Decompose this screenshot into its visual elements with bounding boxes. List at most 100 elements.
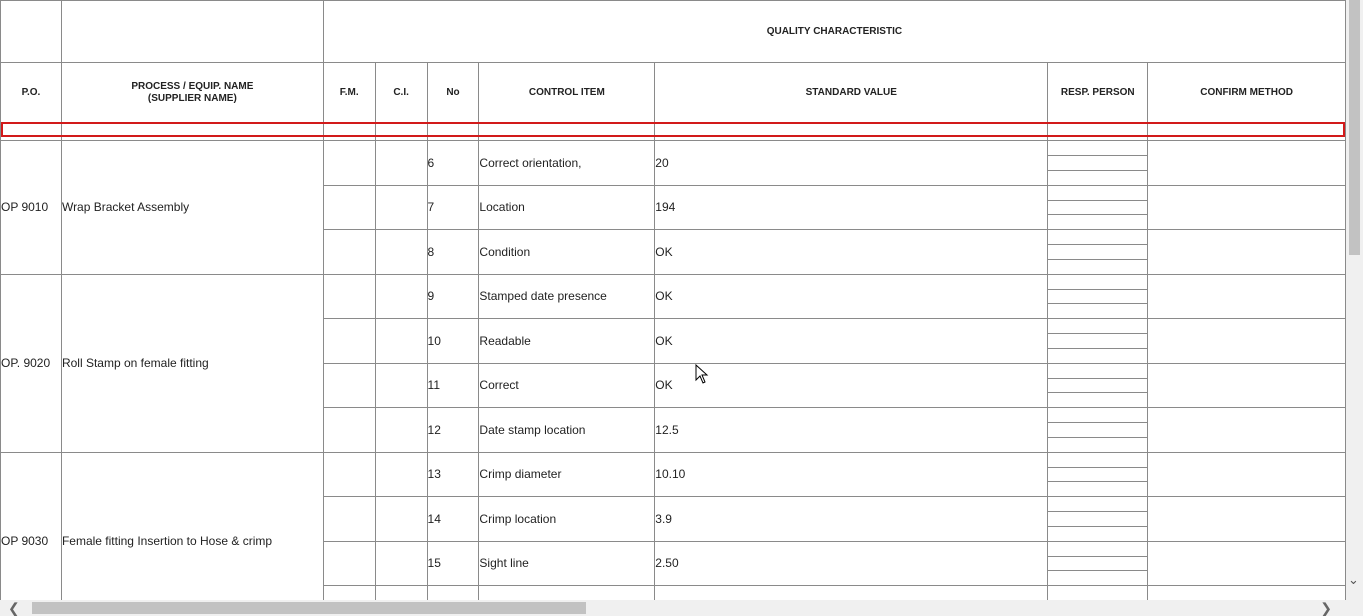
no-cell[interactable]: 10 — [426, 318, 480, 364]
process-name-cell[interactable]: Wrap Bracket Assembly — [60, 140, 324, 275]
fm-cell[interactable] — [322, 318, 376, 364]
standard-value-cell[interactable]: 10.10 — [654, 451, 1049, 497]
standard-value-cell[interactable]: 2.50 — [654, 540, 1049, 586]
control-item-cell[interactable]: Condition — [478, 229, 656, 275]
horizontal-scrollbar[interactable]: ❮ ❯ — [0, 600, 1346, 616]
cell-empty[interactable] — [60, 123, 324, 141]
horizontal-scroll-thumb[interactable] — [32, 602, 586, 614]
cell-empty[interactable] — [374, 123, 428, 141]
cell-empty[interactable] — [0, 123, 62, 141]
confirm-method-cell[interactable] — [1147, 273, 1346, 319]
resp-person-cell[interactable] — [1047, 407, 1149, 453]
fm-cell[interactable] — [322, 362, 376, 408]
no-cell[interactable]: 6 — [426, 140, 480, 186]
control-item-cell[interactable]: Location — [478, 184, 656, 230]
standard-value-cell[interactable]: OK — [654, 229, 1049, 275]
scroll-down-arrow-icon[interactable]: ⌄ — [1348, 573, 1359, 586]
cell-empty[interactable] — [0, 0, 62, 63]
po-cell[interactable]: OP 9030 — [0, 451, 62, 600]
fm-cell[interactable] — [322, 140, 376, 186]
standard-value-cell[interactable]: 3.9 — [654, 496, 1049, 542]
ci-cell[interactable] — [374, 407, 428, 453]
cell-empty[interactable] — [60, 0, 324, 63]
control-item-cell[interactable]: Crimp diameter — [478, 451, 656, 497]
fm-cell[interactable] — [322, 229, 376, 275]
no-cell[interactable]: 11 — [426, 362, 480, 408]
ci-cell[interactable] — [374, 140, 428, 186]
resp-person-cell[interactable] — [1047, 585, 1149, 600]
control-item-cell[interactable]: Date stamp location — [478, 407, 656, 453]
process-name-cell[interactable]: Roll Stamp on female fitting — [60, 273, 324, 453]
no-cell[interactable]: 15 — [426, 540, 480, 586]
selected-empty-row[interactable] — [0, 123, 1346, 141]
no-cell[interactable]: 7 — [426, 184, 480, 230]
vertical-scrollbar[interactable]: ⌄ — [1346, 0, 1363, 600]
scroll-right-arrow-icon[interactable]: ❯ — [1320, 600, 1332, 616]
fm-cell[interactable] — [322, 451, 376, 497]
no-cell[interactable]: 16 — [426, 585, 480, 600]
control-item-cell[interactable]: Stamped date presence — [478, 273, 656, 319]
control-item-cell[interactable]: Readable — [478, 318, 656, 364]
standard-value-cell[interactable]: OK — [654, 585, 1049, 600]
fm-cell[interactable] — [322, 407, 376, 453]
cell-empty[interactable] — [1047, 123, 1149, 141]
process-name-cell[interactable]: Female fitting Insertion to Hose & crimp — [60, 451, 324, 600]
no-cell[interactable]: 8 — [426, 229, 480, 275]
ci-cell[interactable] — [374, 496, 428, 542]
cell-empty[interactable] — [478, 123, 656, 141]
confirm-method-cell[interactable] — [1147, 362, 1346, 408]
col-header-po[interactable]: P.O. — [0, 62, 62, 124]
cell-empty[interactable] — [1147, 123, 1346, 141]
spreadsheet-view[interactable]: QUALITY CHARACTERISTIC P.O. PROCESS / EQ… — [0, 0, 1346, 600]
resp-person-cell[interactable] — [1047, 273, 1149, 319]
fm-cell[interactable] — [322, 273, 376, 319]
cell-empty[interactable] — [322, 123, 376, 141]
standard-value-cell[interactable]: 194 — [654, 184, 1049, 230]
ci-cell[interactable] — [374, 451, 428, 497]
resp-person-cell[interactable] — [1047, 184, 1149, 230]
resp-person-cell[interactable] — [1047, 318, 1149, 364]
ci-cell[interactable] — [374, 362, 428, 408]
fm-cell[interactable] — [322, 540, 376, 586]
control-item-cell[interactable]: Correct — [478, 362, 656, 408]
confirm-method-cell[interactable] — [1147, 407, 1346, 453]
col-header-resp-person[interactable]: RESP. PERSON — [1047, 62, 1149, 124]
col-header-standard-value[interactable]: STANDARD VALUE — [654, 62, 1049, 124]
confirm-method-cell[interactable] — [1147, 184, 1346, 230]
col-header-process[interactable]: PROCESS / EQUIP. NAME (SUPPLIER NAME) — [60, 62, 324, 124]
resp-person-cell[interactable] — [1047, 140, 1149, 186]
po-cell[interactable]: OP 9010 — [0, 140, 62, 275]
standard-value-cell[interactable]: OK — [654, 362, 1049, 408]
no-cell[interactable]: 14 — [426, 496, 480, 542]
col-header-no[interactable]: No — [426, 62, 480, 124]
standard-value-cell[interactable]: OK — [654, 273, 1049, 319]
no-cell[interactable]: 9 — [426, 273, 480, 319]
resp-person-cell[interactable] — [1047, 496, 1149, 542]
fm-cell[interactable] — [322, 496, 376, 542]
ci-cell[interactable] — [374, 540, 428, 586]
po-cell[interactable]: OP. 9020 — [0, 273, 62, 453]
resp-person-cell[interactable] — [1047, 362, 1149, 408]
standard-value-cell[interactable]: OK — [654, 318, 1049, 364]
control-item-cell[interactable]: Correct orientation, — [478, 140, 656, 186]
standard-value-cell[interactable]: 12.5 — [654, 407, 1049, 453]
col-header-confirm-method[interactable]: CONFIRM METHOD — [1147, 62, 1346, 124]
fm-cell[interactable] — [322, 184, 376, 230]
confirm-method-cell[interactable] — [1147, 318, 1346, 364]
col-header-control-item[interactable]: CONTROL ITEM — [478, 62, 656, 124]
ci-cell[interactable] — [374, 273, 428, 319]
no-cell[interactable]: 13 — [426, 451, 480, 497]
control-item-cell[interactable]: Condition — [478, 585, 656, 600]
quality-characteristic-header[interactable]: QUALITY CHARACTERISTIC — [322, 0, 1346, 63]
cell-empty[interactable] — [654, 123, 1049, 141]
vertical-scroll-thumb[interactable] — [1349, 0, 1360, 255]
standard-value-cell[interactable]: 20 — [654, 140, 1049, 186]
confirm-method-cell[interactable] — [1147, 540, 1346, 586]
ci-cell[interactable] — [374, 184, 428, 230]
confirm-method-cell[interactable] — [1147, 496, 1346, 542]
ci-cell[interactable] — [374, 229, 428, 275]
ci-cell[interactable] — [374, 585, 428, 600]
no-cell[interactable]: 12 — [426, 407, 480, 453]
resp-person-cell[interactable] — [1047, 451, 1149, 497]
resp-person-cell[interactable] — [1047, 229, 1149, 275]
